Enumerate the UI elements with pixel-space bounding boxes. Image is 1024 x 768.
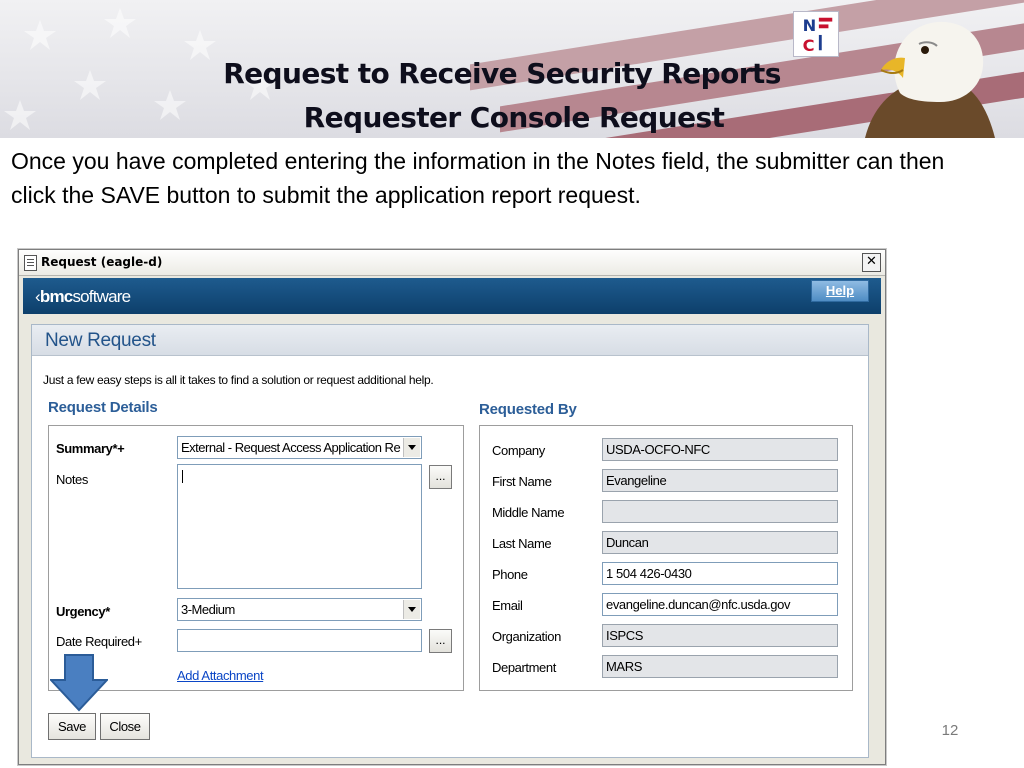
phone-label: Phone — [492, 567, 528, 582]
department-label: Department — [492, 660, 556, 675]
company-field: USDA-OCFO-NFC — [602, 438, 838, 461]
intro-text: Once you have completed entering the inf… — [11, 148, 945, 208]
slide-title-line2: Requester Console Request — [303, 101, 725, 134]
urgency-select[interactable]: 3-Medium — [177, 598, 422, 621]
add-attachment-link[interactable]: Add Attachment — [177, 668, 264, 683]
notes-expand-button[interactable]: ... — [429, 465, 452, 489]
slide-title: Request to Receive Security Reports Requ… — [0, 52, 1024, 138]
date-required-input[interactable] — [177, 629, 422, 652]
chevron-down-icon[interactable] — [403, 600, 420, 619]
pointer-arrow-down-icon — [50, 654, 108, 712]
document-icon — [24, 255, 37, 271]
window-close-button[interactable]: ✕ — [862, 253, 881, 272]
request-details-title: Request Details — [48, 399, 158, 416]
text-caret — [182, 470, 183, 483]
section-header: New Request — [32, 325, 868, 356]
last-name-field: Duncan — [602, 531, 838, 554]
bmc-logo-suffix: software — [72, 287, 131, 306]
summary-label: Summary*+ — [56, 441, 125, 456]
summary-select[interactable]: External - Request Access Application Re… — [177, 436, 422, 459]
window-title: Request (eagle-d) — [41, 255, 163, 269]
bmc-logo: ‹bmcsoftware — [35, 287, 131, 307]
header-banner: N C Request to Receive Security Reports … — [0, 0, 1024, 138]
page-number: 12 — [941, 722, 959, 739]
bmc-logo-prefix: bmc — [39, 287, 73, 306]
department-field: MARS — [602, 655, 838, 678]
notes-label: Notes — [56, 472, 88, 487]
brand-bar: ‹bmcsoftware Help — [23, 278, 881, 314]
first-name-label: First Name — [492, 474, 552, 489]
middle-name-label: Middle Name — [492, 505, 565, 520]
first-name-field: Evangeline — [602, 469, 838, 492]
save-button[interactable]: Save — [48, 713, 96, 740]
urgency-value: 3-Medium — [181, 602, 235, 617]
request-window: Request (eagle-d) ✕ ‹bmcsoftware Help Ne… — [18, 249, 886, 765]
form-heading: New Request — [45, 330, 156, 351]
email-label: Email — [492, 598, 523, 613]
company-label: Company — [492, 443, 545, 458]
help-button[interactable]: Help — [811, 280, 869, 302]
close-button[interactable]: Close — [100, 713, 150, 740]
urgency-label: Urgency* — [56, 604, 110, 619]
requested-by-title: Requested By — [479, 401, 577, 418]
organization-label: Organization — [492, 629, 561, 644]
date-picker-button[interactable]: ... — [429, 629, 452, 653]
request-details-panel: Summary*+ External - Request Access Appl… — [48, 425, 464, 691]
summary-value: External - Request Access Application Re… — [181, 440, 401, 455]
organization-field: ISPCS — [602, 624, 838, 647]
slide-title-line1: Request to Receive Security Reports — [223, 57, 781, 90]
requested-by-panel: Company USDA-OCFO-NFC First Name Evangel… — [479, 425, 853, 691]
middle-name-field — [602, 500, 838, 523]
notes-textarea[interactable] — [177, 464, 422, 589]
nfc-logo-icon: N C — [793, 11, 839, 57]
form-content: New Request Just a few easy steps is all… — [31, 324, 869, 758]
email-field[interactable]: evangeline.duncan@nfc.usda.gov — [602, 593, 838, 616]
form-hint: Just a few easy steps is all it takes to… — [43, 373, 434, 387]
chevron-down-icon[interactable] — [403, 438, 420, 457]
phone-field[interactable]: 1 504 426-0430 — [602, 562, 838, 585]
window-titlebar[interactable]: Request (eagle-d) ✕ — [19, 250, 885, 276]
svg-text:N: N — [803, 16, 817, 35]
last-name-label: Last Name — [492, 536, 552, 551]
date-required-label: Date Required+ — [56, 634, 142, 649]
